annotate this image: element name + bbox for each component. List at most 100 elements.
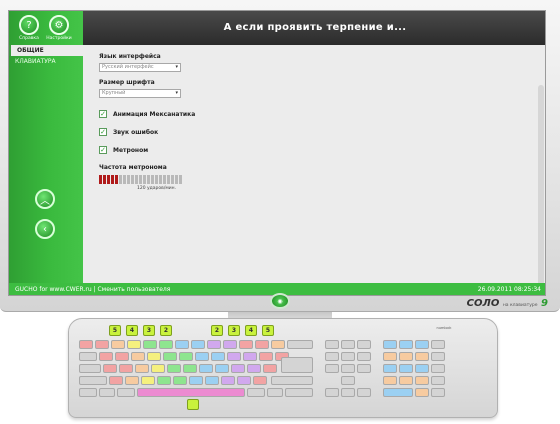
metronome-segment[interactable] (175, 175, 178, 184)
keyboard-key[interactable] (195, 352, 209, 361)
keyboard-key[interactable] (115, 352, 129, 361)
keyboard-key[interactable] (215, 364, 229, 373)
metronome-segment[interactable] (99, 175, 102, 184)
nav-key[interactable] (357, 352, 371, 361)
metronome-segment[interactable] (131, 175, 134, 184)
scroll-up-button[interactable]: ︿ (35, 189, 55, 209)
keyboard-key[interactable] (79, 340, 93, 349)
keyboard-key[interactable] (125, 376, 139, 385)
finger-badge-right[interactable]: 5 (262, 325, 274, 336)
keyboard-key[interactable] (163, 352, 177, 361)
help-button[interactable]: ? Справка (13, 15, 45, 41)
sidebar-item-general[interactable]: ОБЩИЕ (9, 45, 83, 56)
caps-lock-key[interactable] (79, 364, 101, 373)
nav-key[interactable] (341, 364, 355, 373)
nav-key[interactable] (341, 352, 355, 361)
error-sound-checkbox-row[interactable]: ✓ Звук ошибок (99, 128, 199, 136)
numpad-key[interactable] (431, 340, 445, 349)
metronome-segment[interactable] (167, 175, 170, 184)
numpad-key[interactable] (383, 376, 397, 385)
metronome-segment[interactable] (135, 175, 138, 184)
keyboard-key[interactable] (141, 376, 155, 385)
metronome-segment[interactable] (127, 175, 130, 184)
keyboard-key[interactable] (191, 340, 205, 349)
keyboard-key[interactable] (211, 352, 225, 361)
settings-button[interactable]: ⚙ Настройки (43, 15, 75, 41)
keyboard-key[interactable] (255, 340, 269, 349)
numpad-key[interactable] (383, 364, 397, 373)
status-left-text[interactable]: GUCHO for www.CWER.ru | Сменить пользова… (15, 283, 170, 295)
language-select[interactable]: Русский интерфейс ▾ (99, 63, 181, 72)
keyboard-key[interactable] (223, 340, 237, 349)
keyboard-key[interactable] (221, 376, 235, 385)
keyboard-key[interactable] (231, 364, 245, 373)
keyboard-key[interactable] (159, 340, 173, 349)
metronome-segment[interactable] (115, 175, 118, 184)
numpad-key[interactable] (399, 364, 413, 373)
keyboard-key[interactable] (243, 352, 257, 361)
keyboard-key[interactable] (151, 364, 165, 373)
numpad-key[interactable] (399, 376, 413, 385)
numpad-key[interactable] (383, 352, 397, 361)
metronome-segment[interactable] (139, 175, 142, 184)
alt-key[interactable] (117, 388, 135, 397)
metronome-segment[interactable] (107, 175, 110, 184)
finger-badge-left[interactable]: 4 (126, 325, 138, 336)
ctrl-key[interactable] (79, 388, 97, 397)
metronome-segment[interactable] (179, 175, 182, 184)
keyboard-key[interactable] (179, 352, 193, 361)
keyboard-key[interactable] (263, 364, 277, 373)
tab-key[interactable] (79, 352, 97, 361)
nav-key[interactable] (341, 340, 355, 349)
keyboard-key[interactable] (131, 352, 145, 361)
numpad-key[interactable] (383, 340, 397, 349)
numpad-key[interactable] (431, 364, 445, 373)
keyboard-key[interactable] (247, 364, 261, 373)
animation-checkbox[interactable]: ✓ (99, 110, 107, 118)
keyboard-key[interactable] (205, 376, 219, 385)
numpad-zero-key[interactable] (383, 388, 413, 397)
finger-badge-left[interactable]: 2 (160, 325, 172, 336)
metronome-segment[interactable] (155, 175, 158, 184)
metronome-segment[interactable] (147, 175, 150, 184)
shift-right-key[interactable] (271, 376, 313, 385)
space-key[interactable] (137, 388, 245, 397)
metronome-checkbox-row[interactable]: ✓ Метроном (99, 146, 199, 154)
keyboard-key[interactable] (111, 340, 125, 349)
metronome-segment[interactable] (123, 175, 126, 184)
finger-badge-left[interactable]: 5 (109, 325, 121, 336)
keyboard-key[interactable] (189, 376, 203, 385)
keyboard-key[interactable] (271, 340, 285, 349)
keyboard-key[interactable] (199, 364, 213, 373)
metronome-segment[interactable] (111, 175, 114, 184)
animation-checkbox-row[interactable]: ✓ Анимация Мексанатика (99, 110, 199, 118)
back-button[interactable]: ‹ (35, 219, 55, 239)
finger-badge-right[interactable]: 3 (228, 325, 240, 336)
numpad-dot-key[interactable] (415, 388, 429, 397)
keyboard-key[interactable] (167, 364, 181, 373)
metronome-segment[interactable] (103, 175, 106, 184)
keyboard-key[interactable] (119, 364, 133, 373)
metronome-segment[interactable] (119, 175, 122, 184)
keyboard-key[interactable] (135, 364, 149, 373)
finger-badge-right[interactable]: 2 (211, 325, 223, 336)
arrow-key[interactable] (341, 388, 355, 397)
arrow-key[interactable] (325, 388, 339, 397)
nav-key[interactable] (357, 364, 371, 373)
keyboard-key[interactable] (157, 376, 171, 385)
font-size-select[interactable]: Крупный ▾ (99, 89, 181, 98)
keyboard-key[interactable] (227, 352, 241, 361)
win-key[interactable] (99, 388, 115, 397)
numpad-key[interactable] (431, 376, 445, 385)
keyboard-key[interactable] (237, 376, 251, 385)
metronome-segment[interactable] (159, 175, 162, 184)
keyboard-key[interactable] (127, 340, 141, 349)
numpad-enter-key[interactable] (431, 388, 445, 397)
finger-badge-thumb[interactable] (187, 399, 199, 410)
nav-key[interactable] (325, 364, 339, 373)
error-sound-checkbox[interactable]: ✓ (99, 128, 107, 136)
finger-badge-left[interactable]: 3 (143, 325, 155, 336)
metronome-checkbox[interactable]: ✓ (99, 146, 107, 154)
metronome-segment[interactable] (171, 175, 174, 184)
metronome-segment[interactable] (163, 175, 166, 184)
